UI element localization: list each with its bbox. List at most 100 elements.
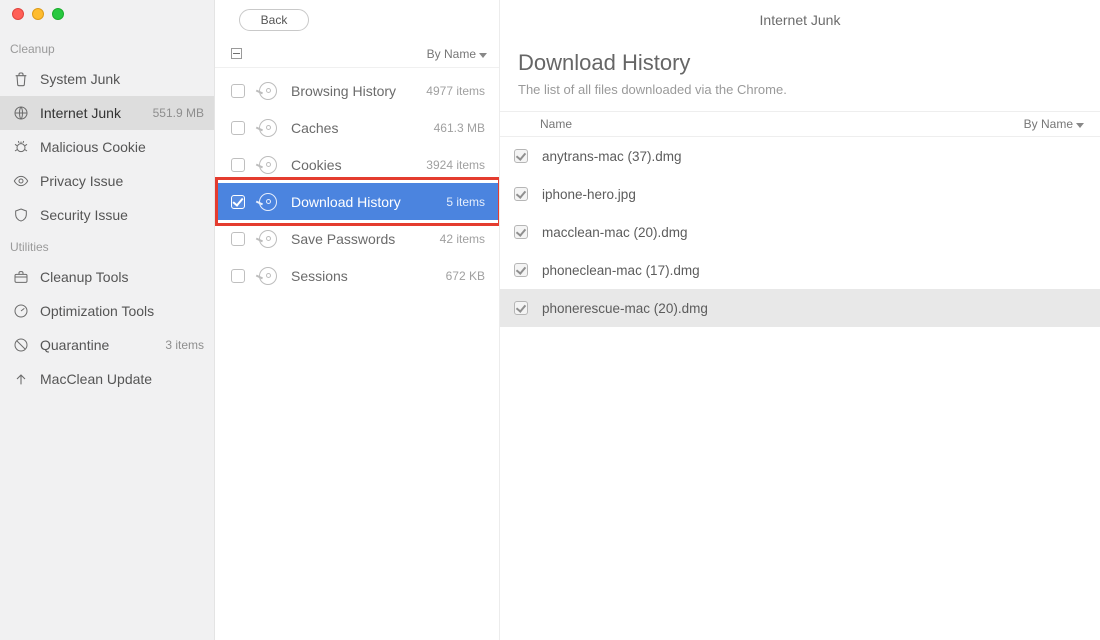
category-label: Download History: [291, 194, 434, 210]
sidebar-item-label: MacClean Update: [40, 371, 194, 387]
category-sort[interactable]: By Name: [427, 47, 487, 61]
category-item-download-history[interactable]: Download History 5 items: [215, 183, 499, 220]
file-row[interactable]: iphone-hero.jpg: [500, 175, 1100, 213]
sidebar-item-security-issue[interactable]: Security Issue: [0, 198, 214, 232]
shield-icon: [12, 206, 30, 224]
chevron-down-icon: [479, 47, 487, 61]
file-name: iphone-hero.jpg: [542, 187, 636, 202]
file-checkbox[interactable]: [514, 225, 528, 239]
eye-icon: [12, 172, 30, 190]
quarantine-icon: [12, 336, 30, 354]
page-title: Internet Junk: [760, 12, 841, 28]
sidebar-item-cleanup-tools[interactable]: Cleanup Tools: [0, 260, 214, 294]
sidebar-item-label: Security Issue: [40, 207, 194, 223]
sidebar-item-label: Quarantine: [40, 337, 155, 353]
sidebar-item-system-junk[interactable]: System Junk: [0, 62, 214, 96]
bug-icon: [12, 138, 30, 156]
file-checkbox[interactable]: [514, 149, 528, 163]
minimize-window-button[interactable]: [32, 8, 44, 20]
window-controls: [0, 8, 214, 34]
chrome-icon: [257, 191, 279, 213]
file-sort[interactable]: By Name: [1024, 117, 1084, 131]
arrow-up-icon: [12, 370, 30, 388]
category-pane: Back By Name Browsing History 4977 items…: [215, 0, 500, 640]
gauge-icon: [12, 302, 30, 320]
category-label: Caches: [291, 120, 422, 136]
sidebar-item-macclean-update[interactable]: MacClean Update: [0, 362, 214, 396]
category-item-save-passwords[interactable]: Save Passwords 42 items: [215, 220, 499, 257]
file-name: phonerescue-mac (20).dmg: [542, 301, 708, 316]
back-button-label: Back: [261, 13, 288, 27]
file-checkbox[interactable]: [514, 187, 528, 201]
sidebar-item-label: Cleanup Tools: [40, 269, 194, 285]
sidebar-item-malicious-cookie[interactable]: Malicious Cookie: [0, 130, 214, 164]
category-meta: 5 items: [446, 195, 485, 209]
detail-heading: Download History: [518, 50, 1080, 76]
sidebar-item-privacy-issue[interactable]: Privacy Issue: [0, 164, 214, 198]
sidebar-group-label: Utilities: [0, 232, 214, 260]
category-item-browsing-history[interactable]: Browsing History 4977 items: [215, 72, 499, 109]
category-meta: 461.3 MB: [434, 121, 485, 135]
category-meta: 3924 items: [426, 158, 485, 172]
sidebar-item-quarantine[interactable]: Quarantine 3 items: [0, 328, 214, 362]
chevron-down-icon: [1076, 117, 1084, 131]
category-label: Sessions: [291, 268, 434, 284]
sidebar-group-label: Cleanup: [0, 34, 214, 62]
sort-label: By Name: [1024, 117, 1073, 131]
file-row[interactable]: phoneclean-mac (17).dmg: [500, 251, 1100, 289]
chrome-icon: [257, 154, 279, 176]
sidebar-item-internet-junk[interactable]: Internet Junk 551.9 MB: [0, 96, 214, 130]
category-checkbox[interactable]: [231, 269, 245, 283]
back-button[interactable]: Back: [239, 9, 309, 31]
zoom-window-button[interactable]: [52, 8, 64, 20]
sidebar: Cleanup System Junk Internet Junk 551.9 …: [0, 0, 215, 640]
category-checkbox[interactable]: [231, 232, 245, 246]
chrome-icon: [257, 265, 279, 287]
category-meta: 42 items: [440, 232, 485, 246]
trash-icon: [12, 70, 30, 88]
file-column-header: Name By Name: [500, 111, 1100, 137]
category-label: Browsing History: [291, 83, 414, 99]
file-name: phoneclean-mac (17).dmg: [542, 263, 700, 278]
file-row[interactable]: anytrans-mac (37).dmg: [500, 137, 1100, 175]
category-header: By Name: [215, 40, 499, 68]
sidebar-item-label: Internet Junk: [40, 105, 143, 121]
file-checkbox[interactable]: [514, 263, 528, 277]
topbar: Back: [215, 0, 499, 40]
sidebar-item-label: Privacy Issue: [40, 173, 194, 189]
category-checkbox[interactable]: [231, 84, 245, 98]
category-label: Cookies: [291, 157, 414, 173]
category-checkbox[interactable]: [231, 195, 245, 209]
file-checkbox[interactable]: [514, 301, 528, 315]
file-name: anytrans-mac (37).dmg: [542, 149, 682, 164]
collapse-toggle[interactable]: [231, 48, 242, 59]
file-name: macclean-mac (20).dmg: [542, 225, 688, 240]
file-row[interactable]: phonerescue-mac (20).dmg: [500, 289, 1100, 327]
category-label: Save Passwords: [291, 231, 428, 247]
category-meta: 672 KB: [446, 269, 485, 283]
sidebar-item-label: System Junk: [40, 71, 194, 87]
category-list: Browsing History 4977 items Caches 461.3…: [215, 68, 499, 640]
column-name: Name: [540, 117, 572, 131]
sidebar-item-meta: 3 items: [165, 338, 204, 352]
file-list: anytrans-mac (37).dmg iphone-hero.jpg ma…: [500, 137, 1100, 640]
close-window-button[interactable]: [12, 8, 24, 20]
sidebar-item-optimization-tools[interactable]: Optimization Tools: [0, 294, 214, 328]
category-checkbox[interactable]: [231, 121, 245, 135]
category-item-sessions[interactable]: Sessions 672 KB: [215, 257, 499, 294]
file-row[interactable]: macclean-mac (20).dmg: [500, 213, 1100, 251]
category-item-cookies[interactable]: Cookies 3924 items: [215, 146, 499, 183]
category-item-caches[interactable]: Caches 461.3 MB: [215, 109, 499, 146]
sidebar-item-label: Optimization Tools: [40, 303, 194, 319]
sidebar-item-label: Malicious Cookie: [40, 139, 194, 155]
chrome-icon: [257, 117, 279, 139]
chrome-icon: [257, 228, 279, 250]
sort-label: By Name: [427, 47, 476, 61]
detail-subtitle: The list of all files downloaded via the…: [518, 82, 1080, 97]
chrome-icon: [257, 80, 279, 102]
category-checkbox[interactable]: [231, 158, 245, 172]
toolbox-icon: [12, 268, 30, 286]
detail-pane: Internet Junk Download History The list …: [500, 0, 1100, 640]
titlebar: Internet Junk: [500, 0, 1100, 40]
sidebar-item-meta: 551.9 MB: [153, 106, 204, 120]
